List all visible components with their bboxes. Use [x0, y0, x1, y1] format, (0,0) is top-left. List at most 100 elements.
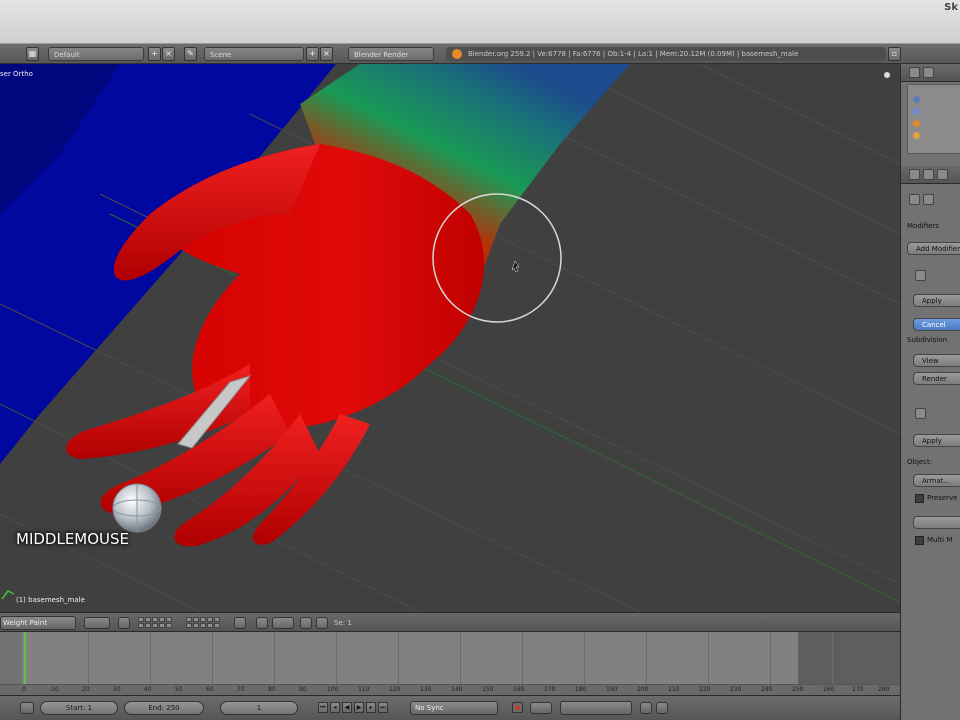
subdivisions-label: Subdivision — [907, 336, 948, 344]
frame-range — [22, 632, 798, 684]
render-levels-field[interactable]: Render — [913, 372, 960, 385]
layer-grid-2[interactable] — [186, 617, 220, 629]
ruler-tick: 110 — [358, 686, 370, 693]
multi-modifier-label: Multi M — [927, 536, 953, 544]
scene-remove-icon[interactable]: × — [320, 47, 333, 61]
viewport-corner-icon[interactable] — [884, 72, 890, 78]
active-object-label: (1) basemesh_male — [16, 596, 85, 604]
armature-object-field[interactable]: Armat... — [913, 474, 960, 487]
render-anim-icon[interactable] — [316, 617, 328, 629]
ruler-tick: 190 — [606, 686, 618, 693]
ruler-tick: 120 — [389, 686, 401, 693]
ruler-tick: 20 — [82, 686, 90, 693]
modifier-wrench-icon[interactable] — [909, 194, 920, 205]
keying-icon[interactable] — [530, 702, 552, 714]
ruler-tick: 70 — [237, 686, 245, 693]
properties-header — [901, 166, 960, 184]
armature-expand-icon[interactable] — [915, 408, 926, 419]
blender-window: Sk ▦ Default + × ✎ Scene + × Blender Ren… — [0, 0, 960, 720]
fullscreen-icon[interactable]: ▫ — [888, 47, 901, 61]
insert-key-icon[interactable] — [640, 702, 652, 714]
jump-start-icon[interactable]: ⏮ — [318, 702, 328, 713]
ruler-tick: 40 — [144, 686, 152, 693]
stats-text: Blender.org 259.2 | Ve:6778 | Fa:6776 | … — [468, 50, 799, 58]
layer-grid-1[interactable] — [138, 617, 172, 629]
mouse-cursor-icon — [511, 260, 520, 273]
record-icon[interactable] — [512, 702, 523, 713]
lock-layers-icon[interactable] — [234, 617, 246, 629]
scene-icon[interactable]: ✎ — [184, 47, 197, 61]
viewport-header: Weight Paint Se: 1 — [0, 612, 900, 632]
outliner-header — [901, 64, 960, 82]
viewport-canvas[interactable] — [0, 64, 900, 612]
modifiers-panel-title: Modifiers — [907, 222, 939, 230]
render-engine-selector[interactable]: Blender Render — [348, 47, 434, 61]
ruler-tick: 220 — [699, 686, 711, 693]
screen-layout-icon[interactable]: ▦ — [26, 47, 39, 61]
render-tab-icon[interactable] — [923, 169, 934, 180]
timeline-area[interactable] — [0, 632, 900, 684]
render-icon[interactable] — [300, 617, 312, 629]
add-modifier-button[interactable]: Add Modifier — [907, 242, 960, 255]
outliner-icon[interactable] — [909, 67, 920, 78]
blender-logo-icon — [452, 49, 462, 59]
ruler-tick: 160 — [513, 686, 525, 693]
modifier-expand-icon[interactable] — [915, 270, 926, 281]
layout-add-icon[interactable]: + — [148, 47, 161, 61]
next-key-icon[interactable]: ▸ — [366, 702, 376, 713]
layout-remove-icon[interactable]: × — [162, 47, 175, 61]
frame-after-range — [798, 632, 900, 684]
catmull-clark-button[interactable]: Cancel — [913, 318, 960, 331]
end-frame-field[interactable]: End: 250 — [124, 701, 204, 715]
ruler-tick: 130 — [420, 686, 432, 693]
apply-armature-button[interactable]: Apply — [913, 434, 960, 447]
play-icon[interactable]: ▶ — [354, 702, 364, 713]
shading-selector[interactable] — [84, 617, 110, 629]
editor-type-icon[interactable] — [20, 702, 34, 714]
ruler-tick: 30 — [113, 686, 121, 693]
scene-add-icon[interactable]: + — [306, 47, 319, 61]
layer-label: Se: 1 — [334, 619, 352, 627]
ruler-tick: 270 — [852, 686, 864, 693]
mode-selector[interactable]: Weight Paint — [0, 616, 76, 630]
ruler-tick: 60 — [206, 686, 214, 693]
view-levels-field[interactable]: View — [913, 354, 960, 367]
3d-viewport[interactable]: ser Ortho MIDDLEMOUSE (1) basemesh_male — [0, 64, 900, 612]
snap-icon[interactable] — [256, 617, 268, 629]
layout-selector[interactable]: Default — [48, 47, 144, 61]
delete-key-icon[interactable] — [656, 702, 668, 714]
pivot-icon[interactable] — [118, 617, 130, 629]
object-data-icon[interactable] — [923, 194, 934, 205]
keying-set-selector[interactable] — [560, 701, 632, 715]
outliner-row[interactable] — [913, 132, 960, 142]
properties-icon[interactable] — [909, 169, 920, 180]
outliner-row[interactable] — [913, 120, 960, 130]
view-filter-icon[interactable] — [923, 67, 934, 78]
apply-button[interactable]: Apply — [913, 294, 960, 307]
current-frame-field[interactable]: 1 — [220, 701, 298, 715]
ruler-tick: 90 — [299, 686, 307, 693]
ruler-tick: 0 — [22, 686, 26, 693]
outliner-row[interactable] — [913, 96, 960, 106]
window-title: Sk — [944, 2, 958, 13]
sync-selector[interactable]: No Sync — [410, 701, 498, 715]
jump-end-icon[interactable]: ⏭ — [378, 702, 388, 713]
start-frame-field[interactable]: Start: 1 — [40, 701, 118, 715]
ruler-tick: 10 — [51, 686, 59, 693]
preserve-volume-checkbox[interactable] — [915, 494, 924, 503]
ruler-tick: 180 — [575, 686, 587, 693]
snap-target-selector[interactable] — [272, 617, 294, 629]
current-frame-indicator[interactable] — [24, 632, 26, 684]
ruler-tick: 140 — [451, 686, 463, 693]
scene-selector[interactable]: Scene — [204, 47, 304, 61]
scene-tab-icon[interactable] — [937, 169, 948, 180]
prev-key-icon[interactable]: ◂ — [330, 702, 340, 713]
vertex-group-field[interactable] — [913, 516, 960, 529]
outliner-row[interactable] — [913, 108, 960, 118]
outliner-tree[interactable] — [907, 84, 960, 154]
multi-modifier-checkbox[interactable] — [915, 536, 924, 545]
ruler-tick: 260 — [823, 686, 835, 693]
play-reverse-icon[interactable]: ◀ — [342, 702, 352, 713]
ruler-tick: 230 — [730, 686, 742, 693]
preserve-volume-label: Preserve — [927, 494, 958, 502]
